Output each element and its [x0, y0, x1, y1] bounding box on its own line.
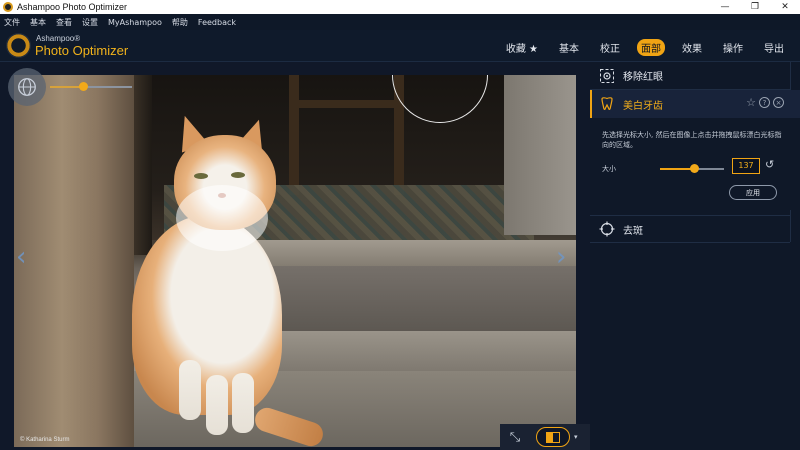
- brand-product: Photo Optimizer: [35, 43, 129, 58]
- zoom-slider-handle[interactable]: [79, 82, 88, 91]
- image-canvas-area: © Katharina Sturm ‹ ›: [0, 62, 590, 450]
- photo-chair-leg: [289, 75, 299, 195]
- app-icon: [3, 2, 13, 12]
- photo-wall: [504, 75, 576, 235]
- reset-icon[interactable]: ↺: [765, 158, 774, 171]
- tool-remove-red-eye[interactable]: 移除红眼: [590, 62, 790, 90]
- size-label: 大小: [602, 165, 616, 173]
- menu-view[interactable]: 查看: [56, 17, 72, 28]
- tab-correct[interactable]: 校正: [596, 39, 624, 56]
- previous-image-icon[interactable]: ‹: [16, 242, 26, 272]
- tool-whiten-teeth[interactable]: 美白牙齿 ☆ ? ×: [590, 90, 800, 118]
- tool-label: 移除红眼: [623, 72, 663, 83]
- minimize-button[interactable]: —: [710, 0, 740, 14]
- app-header: Ashampoo® Photo Optimizer 收藏 ★ 基本 校正 面部 …: [0, 30, 800, 62]
- maximize-button[interactable]: ❐: [740, 0, 770, 14]
- tab-basic[interactable]: 基本: [555, 39, 583, 56]
- whiten-teeth-options: 先选择光标大小, 然后在图像上点击并拖拽鼠标漂白光标指向的区域。 大小 137 …: [590, 118, 800, 210]
- cat-leg: [232, 373, 254, 433]
- zoom-slider[interactable]: [50, 86, 132, 88]
- apply-button[interactable]: 应用: [729, 185, 777, 200]
- tab-effects[interactable]: 效果: [678, 39, 706, 56]
- tab-export[interactable]: 导出: [760, 39, 788, 56]
- whitened-area: [176, 185, 268, 251]
- tab-face[interactable]: 面部: [637, 39, 665, 56]
- tool-instructions: 先选择光标大小, 然后在图像上点击并拖拽鼠标漂白光标指向的区域。: [602, 131, 782, 149]
- compare-view-button[interactable]: [536, 427, 570, 447]
- window-controls: — ❐ ✕: [710, 0, 800, 14]
- ashampoo-logo-icon: [6, 33, 31, 58]
- main-nav: 收藏 ★ 基本 校正 面部 效果 操作 导出: [489, 39, 788, 56]
- globe-icon: [18, 78, 36, 96]
- brand-company: Ashampoo®: [36, 34, 81, 43]
- menu-bar: 文件 基本 查看 设置 MyAshampoo 帮助 Feedback: [0, 14, 800, 30]
- zoom-button[interactable]: [8, 68, 46, 106]
- menu-basic[interactable]: 基本: [30, 17, 46, 28]
- photo-stone-wall: [14, 75, 134, 447]
- tab-actions[interactable]: 操作: [719, 39, 747, 56]
- view-tools: ⤡ ▾: [500, 424, 590, 450]
- tool-header-icons: ☆ ? ×: [746, 97, 784, 108]
- tool-label: 美白牙齿: [623, 100, 663, 112]
- help-icon[interactable]: ?: [759, 97, 770, 108]
- menu-myashampoo[interactable]: MyAshampoo: [108, 18, 162, 27]
- menu-file[interactable]: 文件: [4, 17, 20, 28]
- tooth-icon: [601, 97, 613, 110]
- tool-remove-blemish[interactable]: 去斑: [590, 215, 790, 243]
- tools-panel: 移除红眼 美白牙齿 ☆ ? × 先选择光标大小, 然后在图像上点击并拖拽鼠标漂白…: [590, 62, 800, 450]
- tool-label: 去斑: [623, 225, 643, 237]
- menu-feedback[interactable]: Feedback: [198, 18, 236, 27]
- photo-credit: © Katharina Sturm: [20, 437, 70, 443]
- cat-eye: [194, 173, 208, 179]
- size-input[interactable]: 137: [732, 158, 760, 174]
- window-title: Ashampoo Photo Optimizer: [17, 2, 128, 12]
- title-bar: Ashampoo Photo Optimizer — ❐ ✕: [0, 0, 800, 14]
- menu-settings[interactable]: 设置: [82, 17, 98, 28]
- photo-step: [244, 240, 576, 266]
- size-slider-handle[interactable]: [690, 164, 699, 173]
- photo-door-frame: [134, 75, 152, 255]
- photo-step: [269, 266, 576, 331]
- cat-leg: [179, 360, 201, 420]
- next-image-icon[interactable]: ›: [556, 242, 566, 272]
- tab-favorites[interactable]: 收藏 ★: [502, 39, 542, 56]
- close-window-button[interactable]: ✕: [770, 0, 800, 14]
- shrink-view-icon[interactable]: ⤡: [500, 426, 530, 448]
- photo-canvas[interactable]: © Katharina Sturm: [14, 75, 576, 447]
- photo-chair-rail: [289, 100, 404, 108]
- menu-help[interactable]: 帮助: [172, 17, 188, 28]
- red-eye-icon: [600, 68, 614, 83]
- close-icon[interactable]: ×: [773, 97, 784, 108]
- chevron-down-icon[interactable]: ▾: [574, 433, 578, 441]
- split-view-icon: [546, 431, 560, 443]
- cat-leg: [206, 375, 228, 435]
- crosshair-icon: [599, 221, 615, 237]
- star-icon[interactable]: ☆: [746, 97, 756, 108]
- cat-eye: [231, 172, 245, 178]
